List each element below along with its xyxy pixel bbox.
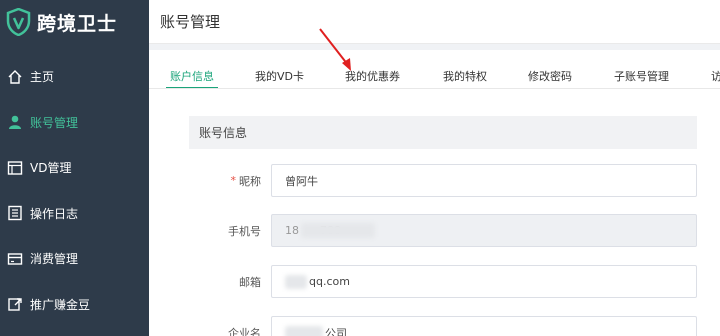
home-icon [6, 68, 24, 86]
company-input[interactable]: 公司 [271, 316, 697, 336]
sidebar-item-log[interactable]: 操作日志 [0, 191, 149, 237]
active-tab-indicator [166, 87, 218, 88]
email-redaction [285, 274, 307, 289]
log-icon [6, 204, 24, 222]
sidebar-item-home[interactable]: 主页 [0, 54, 149, 100]
sidebar: 跨境卫士 主页 账号管理 VD管理 操作日志 消费管理 推广赚金豆 [0, 0, 149, 336]
nickname-input[interactable] [271, 164, 697, 197]
tab-privileges[interactable]: 我的特权 [443, 68, 487, 88]
company-redaction [285, 325, 323, 336]
sidebar-item-label: VD管理 [30, 161, 72, 176]
nickname-label-text: 昵称 [239, 174, 261, 188]
annotation-arrow-icon [319, 28, 351, 71]
logo: 跨境卫士 [0, 0, 149, 44]
tab-account-info[interactable]: 账户信息 [170, 68, 214, 88]
email-label: 邮箱 [239, 275, 261, 289]
main-area: 账号管理 账户信息 我的VD卡 我的优惠券 我的特权 修改密码 子账号管理 访 … [149, 0, 720, 336]
section-title: 账号信息 [199, 126, 248, 140]
company-value: 公司 [325, 326, 347, 336]
share-icon [6, 295, 24, 313]
nickname-label: * 昵称 [231, 164, 262, 197]
content-panel: 账户信息 我的VD卡 我的优惠券 我的特权 修改密码 子账号管理 访 账号信息 … [149, 50, 720, 336]
page-header: 账号管理 [149, 0, 720, 44]
card-icon [6, 250, 24, 268]
sidebar-item-referral[interactable]: 推广赚金豆 [0, 282, 149, 328]
company-label: 企业名 [228, 326, 261, 336]
tab-change-password[interactable]: 修改密码 [528, 68, 572, 88]
sidebar-item-label: 推广赚金豆 [30, 297, 91, 312]
user-icon [6, 113, 24, 131]
sidebar-item-label: 主页 [30, 70, 55, 85]
nickname-row: * 昵称 [189, 164, 697, 197]
phone-label: 手机号 [228, 224, 261, 238]
tab-vd-card[interactable]: 我的VD卡 [255, 68, 304, 88]
sidebar-menu: 主页 账号管理 VD管理 操作日志 消费管理 推广赚金豆 [0, 54, 149, 327]
email-row: 邮箱 qq.com [189, 265, 697, 298]
sidebar-item-account[interactable]: 账号管理 [0, 100, 149, 146]
sidebar-item-billing[interactable]: 消费管理 [0, 236, 149, 282]
email-value: qq.com [309, 275, 350, 288]
email-input[interactable]: qq.com [271, 265, 697, 298]
sidebar-item-label: 操作日志 [30, 206, 79, 221]
tab-bar: 账户信息 我的VD卡 我的优惠券 我的特权 修改密码 子账号管理 访 [149, 50, 720, 89]
logo-text: 跨境卫士 [37, 12, 118, 35]
section-header: 账号信息 [189, 116, 697, 149]
phone-redaction [301, 223, 375, 238]
shield-logo-icon [6, 8, 31, 36]
required-marker: * [230, 174, 237, 187]
phone-row: 手机号 [189, 214, 697, 247]
sidebar-item-label: 账号管理 [30, 115, 79, 130]
sidebar-item-label: 消费管理 [30, 252, 79, 267]
page-title: 账号管理 [160, 13, 221, 31]
window-icon [6, 159, 24, 177]
tab-more[interactable]: 访 [711, 68, 720, 88]
company-row: 企业名 公司 [189, 316, 697, 336]
sidebar-item-vd[interactable]: VD管理 [0, 145, 149, 191]
tab-sub-accounts[interactable]: 子账号管理 [614, 68, 669, 88]
